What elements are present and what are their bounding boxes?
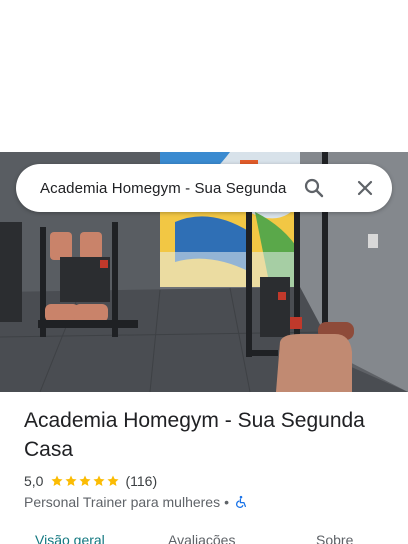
place-category: Personal Trainer para mulheres <box>24 494 221 510</box>
close-icon[interactable] <box>353 176 377 200</box>
search-bar[interactable]: Academia Homegym - Sua Segunda <box>16 164 392 212</box>
tab-overview[interactable]: Visão geral <box>35 532 105 544</box>
rating-value: 5,0 <box>24 473 44 489</box>
place-title: Academia Homegym - Sua Segunda Casa <box>24 409 365 461</box>
tab-about[interactable]: Sobre <box>316 532 353 544</box>
category-row: Personal Trainer para mulheres • <box>24 492 248 512</box>
tab-reviews[interactable]: Avaliações <box>168 532 235 544</box>
wheelchair-icon <box>236 495 247 508</box>
rating-stars <box>50 474 120 488</box>
review-count[interactable]: (116) <box>125 473 157 489</box>
star-icon <box>65 475 78 486</box>
rating-row[interactable]: 5,0 (116) <box>24 471 157 491</box>
star-icon <box>51 475 64 486</box>
star-icon <box>93 475 106 486</box>
place-tabs: Visão geral Avaliações Sobre <box>0 528 408 544</box>
star-icon <box>79 475 92 486</box>
search-input[interactable]: Academia Homegym - Sua Segunda <box>40 180 304 197</box>
search-icon[interactable] <box>302 176 326 200</box>
star-icon <box>107 475 120 486</box>
separator-dot: • <box>224 494 230 510</box>
map-blank-area <box>0 0 408 152</box>
